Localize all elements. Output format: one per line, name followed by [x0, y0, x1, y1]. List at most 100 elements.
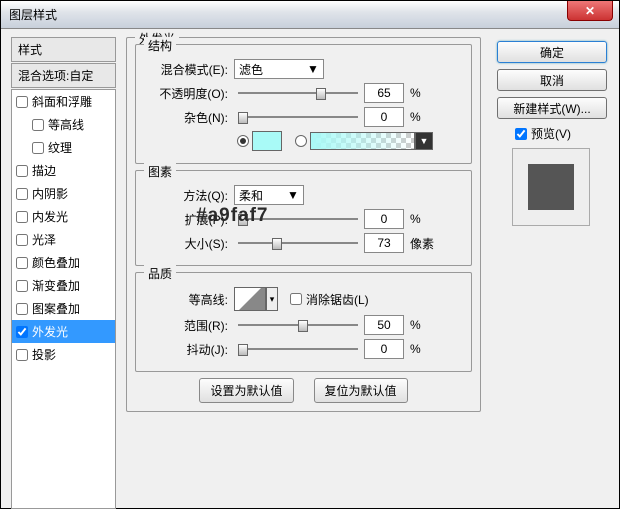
- spread-unit: %: [410, 212, 421, 226]
- elements-group: 图素 方法(Q): 柔和 ▼ 扩展(P): 0 %: [135, 170, 472, 266]
- jitter-input[interactable]: 0: [364, 339, 404, 359]
- sidebar-item-label: 颜色叠加: [32, 254, 80, 271]
- make-default-button[interactable]: 设置为默认值: [199, 378, 293, 403]
- noise-label: 杂色(N):: [144, 109, 234, 126]
- sidebar-item[interactable]: 外发光: [12, 320, 115, 343]
- blend-mode-combo[interactable]: 滤色 ▼: [234, 59, 324, 79]
- style-checkbox[interactable]: [16, 303, 28, 315]
- sidebar-item-label: 投影: [32, 346, 56, 363]
- style-checkbox[interactable]: [16, 234, 28, 246]
- opacity-unit: %: [410, 86, 421, 100]
- preview-checkbox[interactable]: 预览(V): [515, 125, 607, 142]
- style-list: 斜面和浮雕等高线纹理描边内阴影内发光光泽颜色叠加渐变叠加图案叠加外发光投影: [11, 89, 116, 509]
- cancel-button[interactable]: 取消: [497, 69, 607, 91]
- style-checkbox[interactable]: [32, 119, 44, 131]
- sidebar-item[interactable]: 渐变叠加: [12, 274, 115, 297]
- gradient-preview[interactable]: [310, 132, 415, 150]
- sidebar-item[interactable]: 投影: [12, 343, 115, 366]
- ok-button[interactable]: 确定: [497, 41, 607, 63]
- chevron-down-icon: ▼: [305, 62, 321, 76]
- opacity-label: 不透明度(O):: [144, 85, 234, 102]
- noise-input[interactable]: 0: [364, 107, 404, 127]
- sidebar-item[interactable]: 光泽: [12, 228, 115, 251]
- range-label: 范围(R):: [144, 317, 234, 334]
- sidebar-item[interactable]: 颜色叠加: [12, 251, 115, 274]
- size-unit: 像素: [410, 235, 434, 252]
- style-checkbox[interactable]: [16, 165, 28, 177]
- titlebar[interactable]: 图层样式 ✕: [1, 1, 619, 29]
- style-checkbox[interactable]: [16, 326, 28, 338]
- range-input[interactable]: 50: [364, 315, 404, 335]
- jitter-unit: %: [410, 342, 421, 356]
- style-list-panel: 样式 混合选项:自定 斜面和浮雕等高线纹理描边内阴影内发光光泽颜色叠加渐变叠加图…: [11, 37, 116, 509]
- blend-mode-label: 混合模式(E):: [144, 61, 234, 78]
- style-checkbox[interactable]: [16, 349, 28, 361]
- sidebar-item[interactable]: 内发光: [12, 205, 115, 228]
- range-unit: %: [410, 318, 421, 332]
- sidebar-item-label: 等高线: [48, 116, 84, 133]
- outer-glow-group: 外发光 结构 混合模式(E): 滤色 ▼ 不透明度(O): 65: [126, 37, 481, 412]
- defaults-row: 设置为默认值 复位为默认值: [135, 378, 472, 403]
- sidebar-item[interactable]: 描边: [12, 159, 115, 182]
- sidebar-item-label: 渐变叠加: [32, 277, 80, 294]
- structure-group: 结构 混合模式(E): 滤色 ▼ 不透明度(O): 65 %: [135, 44, 472, 164]
- size-slider[interactable]: [238, 235, 358, 251]
- style-checkbox[interactable]: [16, 96, 28, 108]
- range-slider[interactable]: [238, 317, 358, 333]
- sidebar-item[interactable]: 内阴影: [12, 182, 115, 205]
- technique-label: 方法(Q):: [144, 187, 234, 204]
- content-area: 样式 混合选项:自定 斜面和浮雕等高线纹理描边内阴影内发光光泽颜色叠加渐变叠加图…: [1, 29, 619, 508]
- style-checkbox[interactable]: [16, 257, 28, 269]
- structure-title: 结构: [144, 37, 176, 54]
- quality-title: 品质: [144, 265, 176, 282]
- layer-style-dialog: 图层样式 ✕ 样式 混合选项:自定 斜面和浮雕等高线纹理描边内阴影内发光光泽颜色…: [0, 0, 620, 509]
- window-title: 图层样式: [9, 6, 57, 23]
- size-input[interactable]: 73: [364, 233, 404, 253]
- style-checkbox[interactable]: [32, 142, 44, 154]
- sidebar-item-label: 光泽: [32, 231, 56, 248]
- close-icon: ✕: [585, 4, 595, 18]
- blending-options[interactable]: 混合选项:自定: [11, 63, 116, 88]
- style-checkbox[interactable]: [16, 188, 28, 200]
- sidebar-item[interactable]: 等高线: [12, 113, 115, 136]
- elements-title: 图素: [144, 163, 176, 180]
- sidebar-item[interactable]: 图案叠加: [12, 297, 115, 320]
- style-checkbox[interactable]: [16, 280, 28, 292]
- action-panel: 确定 取消 新建样式(W)... 预览(V): [497, 41, 607, 226]
- jitter-label: 抖动(J):: [144, 341, 234, 358]
- opacity-input[interactable]: 65: [364, 83, 404, 103]
- sidebar-item-label: 外发光: [32, 323, 68, 340]
- gradient-radio[interactable]: [295, 135, 307, 147]
- sidebar-item-label: 描边: [32, 162, 56, 179]
- style-list-header[interactable]: 样式: [11, 37, 116, 62]
- contour-dropdown[interactable]: ▾: [266, 287, 278, 311]
- jitter-slider[interactable]: [238, 341, 358, 357]
- sidebar-item-label: 纹理: [48, 139, 72, 156]
- new-style-button[interactable]: 新建样式(W)...: [497, 97, 607, 119]
- anti-alias-checkbox[interactable]: 消除锯齿(L): [290, 291, 369, 308]
- sidebar-item[interactable]: 斜面和浮雕: [12, 90, 115, 113]
- quality-group: 品质 等高线: ▾ 消除锯齿(L) 范围(R):: [135, 272, 472, 372]
- close-button[interactable]: ✕: [567, 1, 613, 21]
- sidebar-item-label: 内阴影: [32, 185, 68, 202]
- gradient-dropdown[interactable]: ▼: [415, 132, 433, 150]
- spread-input[interactable]: 0: [364, 209, 404, 229]
- chevron-down-icon: ▼: [285, 188, 301, 202]
- sidebar-item-label: 斜面和浮雕: [32, 93, 92, 110]
- opacity-slider[interactable]: [238, 85, 358, 101]
- sidebar-item[interactable]: 纹理: [12, 136, 115, 159]
- preview-thumbnail: [512, 148, 590, 226]
- sidebar-item-label: 图案叠加: [32, 300, 80, 317]
- size-label: 大小(S):: [144, 235, 234, 252]
- contour-swatch[interactable]: [234, 287, 266, 311]
- sidebar-item-label: 内发光: [32, 208, 68, 225]
- color-radio[interactable]: [237, 135, 249, 147]
- hex-annotation: #a9faf7: [196, 205, 269, 227]
- noise-unit: %: [410, 110, 421, 124]
- glow-color-swatch[interactable]: [252, 131, 282, 151]
- settings-panel: 外发光 结构 混合模式(E): 滤色 ▼ 不透明度(O): 65: [126, 37, 481, 418]
- reset-default-button[interactable]: 复位为默认值: [314, 378, 408, 403]
- technique-combo[interactable]: 柔和 ▼: [234, 185, 304, 205]
- style-checkbox[interactable]: [16, 211, 28, 223]
- noise-slider[interactable]: [238, 109, 358, 125]
